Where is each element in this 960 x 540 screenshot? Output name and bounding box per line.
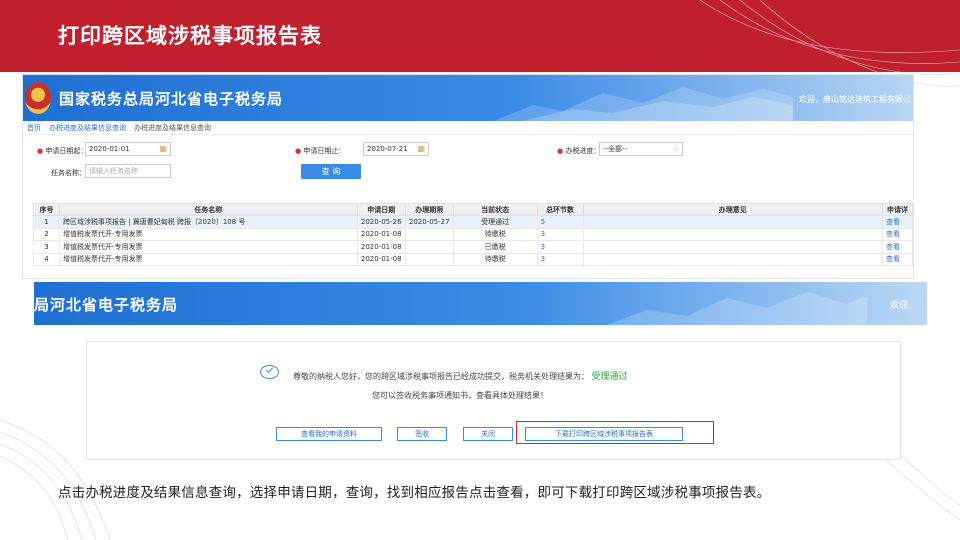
deadline (404, 240, 454, 254)
sign-button[interactable]: 签收 (397, 427, 447, 441)
deadline (404, 252, 454, 266)
row-number: 4 (33, 252, 60, 266)
col-header: 办理期限 (404, 203, 454, 216)
result-hint: 您可以签收税务事项通知书，查看具体处理结果！ (372, 391, 548, 400)
slide-header: 打印跨区域涉税事项报告表 (0, 0, 960, 72)
status: 已缴税 (452, 240, 538, 254)
start-date-input[interactable]: 2020-01-01 ▦ (85, 142, 171, 156)
breadcrumb-level1[interactable]: 办税进度及结果信息查询 (49, 121, 126, 134)
view-link[interactable]: 查看 (881, 215, 913, 229)
apply-date: 2020-01-08 (356, 240, 406, 254)
view-application-button[interactable]: 查看我的申请资料 (276, 427, 382, 441)
view-link[interactable]: 查看 (881, 227, 913, 241)
progress-select[interactable]: --全部-- ⌵ (599, 142, 683, 156)
opinion (582, 240, 883, 254)
submission-result-panel: 尊敬的纳税人您好，您的跨区域涉税事项报告已经成功提交，税务机关处理结果为： 受理… (86, 341, 901, 460)
status: 待缴税 (452, 252, 538, 266)
apply-date: 2020-05-26 (356, 215, 406, 229)
calendar-icon[interactable]: ▦ (417, 143, 425, 155)
query-button[interactable]: 查 询 (301, 164, 361, 179)
portal-banner: 国家税务总局河北省电子税务局 欢迎，唐山铭达建筑工程有限公 (23, 75, 913, 121)
task-name-input[interactable]: 请输入任务名称 (85, 164, 171, 178)
row-number: 1 (33, 215, 60, 229)
deadline (404, 227, 454, 241)
table-row[interactable]: 3 增值税发票代开-专用发票 2020-01-08 已缴税 3 查看 (33, 240, 913, 254)
instruction-caption: 点击办税进度及结果信息查询，选择申请日期，查询，找到相应报告点击查看，即可下载打… (58, 485, 771, 501)
opinion (582, 252, 883, 266)
apply-date: 2020-01-08 (356, 227, 406, 241)
deadline: 2020-05-27 (404, 215, 454, 229)
task-name: 增值税发票代开-专用发票 (58, 227, 358, 241)
row-number: 2 (33, 227, 60, 241)
col-header: 办理意见 (582, 203, 883, 216)
end-date-label: ● 申请日期止： (295, 147, 346, 155)
steps-link[interactable]: 3 (536, 252, 584, 266)
status: 待缴税 (452, 227, 538, 241)
opinion (582, 227, 883, 241)
steps-link[interactable]: 5 (536, 215, 584, 229)
col-header: 任务名称 (58, 203, 358, 216)
col-header: 当前状态 (452, 203, 538, 216)
result-message: 尊敬的纳税人您好，您的跨区域涉税事项报告已经成功提交，税务机关处理结果为： 受理… (293, 372, 628, 382)
table-row[interactable]: 4 增值税发票代开-专用发票 2020-01-08 待缴税 3 查看 (33, 252, 913, 266)
task-name: 跨区域涉税事项报告 | 冀唐曹妃甸税 跨报〔2020〕108 号 (58, 215, 358, 229)
col-header: 申请详 (881, 203, 913, 216)
end-date-input[interactable]: 2020-07-21 ▦ (363, 142, 429, 156)
date-filter-row: ● 申请日期起： 2020-01-01 ▦ ● 申请日期止： 2020-07-21… (23, 139, 913, 161)
steps-link[interactable]: 3 (536, 227, 584, 241)
apply-date: 2020-01-08 (356, 252, 406, 266)
close-button[interactable]: 关闭 (463, 427, 513, 441)
results-table: 序号 任务名称 申请日期 办理期限 当前状态 总环节数 办理意见 申请详 1 跨… (33, 203, 913, 266)
opinion (582, 215, 883, 229)
chevron-down-icon: ⌵ (672, 145, 678, 153)
query-page-screenshot: 国家税务总局河北省电子税务局 欢迎，唐山铭达建筑工程有限公 首页 办税进度及结果… (22, 74, 914, 279)
view-link[interactable]: 查看 (881, 240, 913, 254)
slide-title: 打印跨区域涉税事项报告表 (58, 24, 322, 48)
portal-name-partial: 局河北省电子税务局 (34, 296, 179, 314)
task-name: 增值税发票代开-专用发票 (58, 252, 358, 266)
start-date-label: ● 申请日期起： (37, 147, 88, 155)
great-wall-graphic (607, 292, 867, 325)
steps-link[interactable]: 3 (536, 240, 584, 254)
table-row[interactable]: 2 增值税发票代开-专用发票 2020-01-08 待缴税 3 查看 (33, 227, 913, 241)
download-highlight-box (516, 421, 714, 444)
welcome-text: 欢迎，唐山铭达建筑工程有限公 (799, 95, 911, 104)
task-filter-row: 任务名称： 请输入任务名称 查 询 (23, 161, 913, 183)
col-header: 总环节数 (536, 203, 584, 216)
table-row[interactable]: 1 跨区域涉税事项报告 | 冀唐曹妃甸税 跨报〔2020〕108 号 2020-… (33, 215, 913, 229)
calendar-icon[interactable]: ▦ (159, 143, 167, 155)
result-page-banner: 局河北省电子税务局 欢迎， (34, 282, 927, 325)
result-status: 受理通过 (591, 372, 628, 382)
task-name-label: 任务名称： (51, 169, 86, 177)
tax-emblem-icon (25, 82, 51, 114)
breadcrumb: 首页 办税进度及结果信息查询 办税进度及结果信息查询 (23, 121, 913, 135)
progress-label: ● 办税进度： (557, 147, 601, 155)
breadcrumb-level2: 办税进度及结果信息查询 (134, 124, 211, 132)
status: 受理通过 (452, 215, 538, 229)
col-header: 序号 (33, 203, 60, 216)
great-wall-graphic (493, 87, 793, 121)
slide: 打印跨区域涉税事项报告表 国家税务总局河北省电子税务局 欢迎，唐山铭达建筑工程有… (0, 0, 960, 540)
portal-name: 国家税务总局河北省电子税务局 (59, 90, 284, 108)
table-header-row: 序号 任务名称 申请日期 办理期限 当前状态 总环节数 办理意见 申请详 (33, 203, 913, 216)
welcome-text: 欢迎， (889, 301, 917, 311)
row-number: 3 (33, 240, 60, 254)
col-header: 申请日期 (356, 203, 406, 216)
breadcrumb-home[interactable]: 首页 (27, 121, 41, 134)
view-link[interactable]: 查看 (881, 252, 913, 266)
task-name: 增值税发票代开-专用发票 (58, 240, 358, 254)
success-check-icon (260, 365, 279, 379)
